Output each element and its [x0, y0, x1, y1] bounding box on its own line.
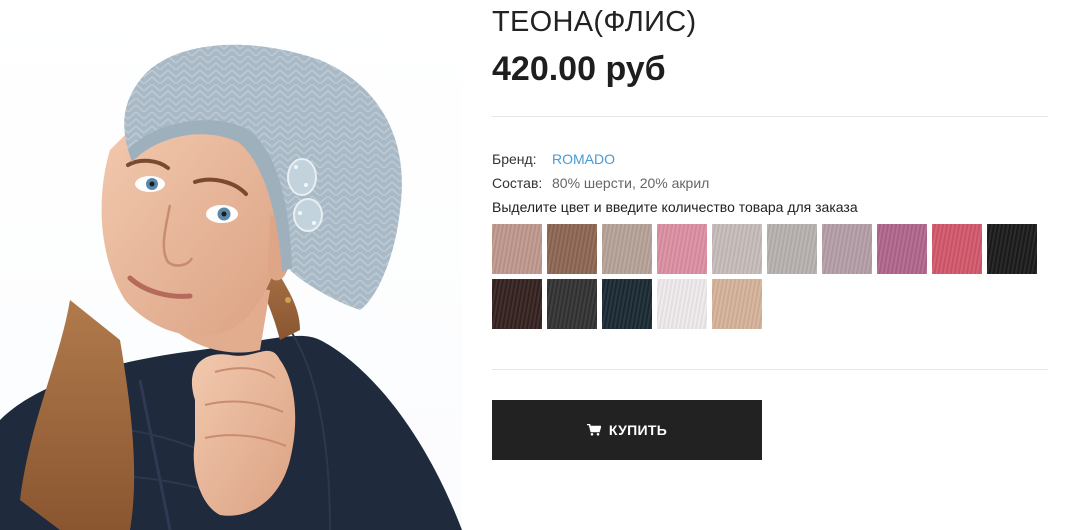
color-swatch[interactable] — [547, 279, 597, 329]
composition-row: Состав: 80% шерсти, 20% акрил — [492, 175, 709, 191]
brand-row: Бренд: ROMADO — [492, 151, 615, 167]
product-title: ТЕОНА(ФЛИС) — [492, 6, 697, 38]
color-swatch[interactable] — [492, 279, 542, 329]
color-swatch[interactable] — [657, 224, 707, 274]
color-swatch[interactable] — [712, 279, 762, 329]
color-swatch[interactable] — [602, 224, 652, 274]
brand-label: Бренд: — [492, 151, 537, 167]
buy-label: КУПИТЬ — [608, 422, 668, 438]
color-swatch[interactable] — [877, 224, 927, 274]
product-photo — [0, 0, 462, 530]
color-hint: Выделите цвет и введите количество товар… — [492, 199, 858, 215]
color-swatch[interactable] — [547, 224, 597, 274]
shopping-cart-icon — [586, 424, 601, 436]
color-swatch[interactable] — [767, 224, 817, 274]
color-swatch[interactable] — [602, 279, 652, 329]
composition-value: 80% шерсти, 20% акрил — [552, 175, 710, 191]
divider — [492, 116, 1048, 117]
buy-button[interactable]: КУПИТЬ — [492, 400, 762, 460]
color-swatch[interactable] — [987, 224, 1037, 274]
color-swatch[interactable] — [822, 224, 872, 274]
color-swatch[interactable] — [932, 224, 982, 274]
divider — [492, 369, 1048, 370]
color-swatch[interactable] — [492, 224, 542, 274]
color-swatch[interactable] — [712, 224, 762, 274]
color-swatch[interactable] — [657, 279, 707, 329]
composition-label: Состав: — [492, 175, 543, 191]
brand-link[interactable]: ROMADO — [552, 151, 615, 167]
product-price: 420.00 руб — [492, 50, 666, 88]
